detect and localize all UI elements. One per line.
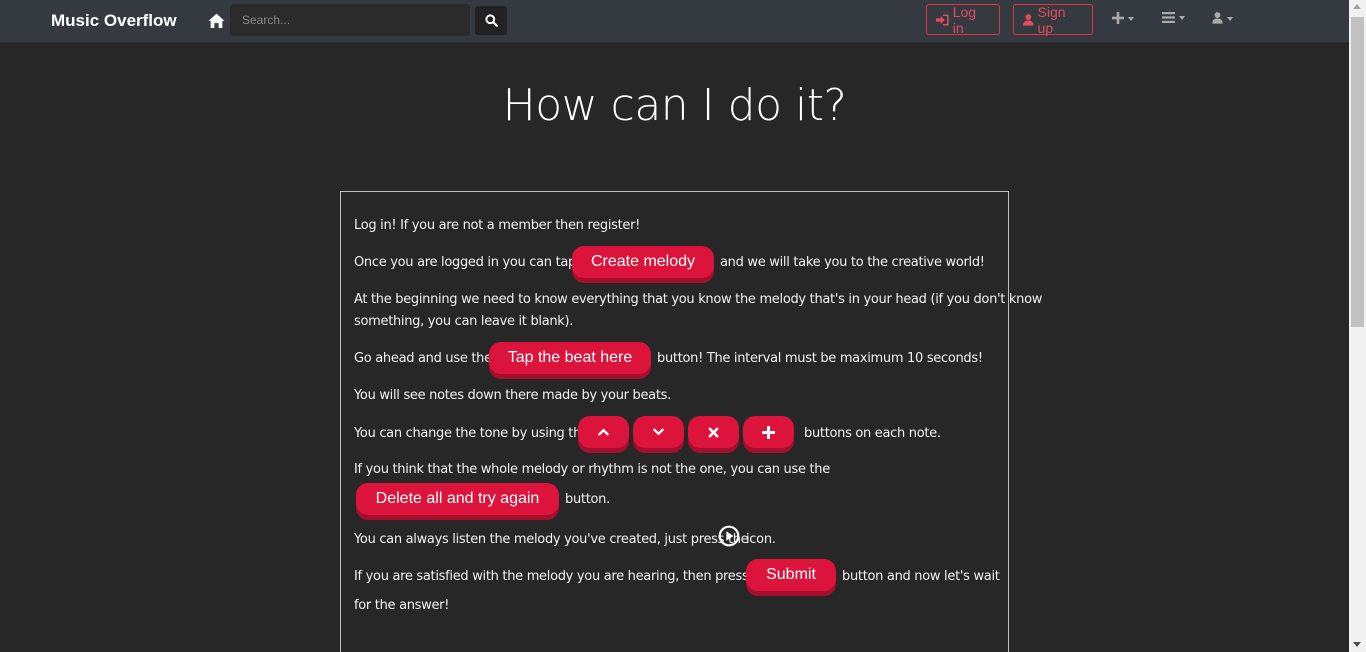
home-icon[interactable] [208,12,225,29]
brand-logo[interactable]: Music Overflow [51,11,177,31]
caret-down-icon [1179,16,1185,20]
instruction-listen-post: icon. [746,532,776,547]
scroll-down-arrow[interactable] [1353,642,1361,647]
page-title: How can I do it? [502,80,847,131]
add-dropdown[interactable] [1112,12,1134,24]
scroll-thumb[interactable] [1351,17,1364,327]
instruction-beginning: At the beginning we need to know everyth… [354,292,1043,307]
signup-button[interactable]: Sign up [1013,3,1093,36]
search-icon [484,14,498,27]
user-icon [1023,13,1034,26]
submit-button[interactable]: Submit [746,559,836,591]
plus-icon [1112,12,1124,24]
scroll-up-arrow[interactable] [1353,4,1361,9]
delete-all-button[interactable]: Delete all and try again [356,483,559,515]
instruction-delete-post: button. [565,492,610,507]
instruction-submit-pre: If you are satisfied with the melody you… [354,569,773,584]
bars-icon [1162,12,1175,23]
user-dropdown[interactable] [1212,12,1233,24]
instruction-login: Log in! If you are not a member then reg… [354,218,641,233]
tone-up-button[interactable] [578,416,629,448]
tone-down-button[interactable] [633,416,684,448]
login-button[interactable]: Log in [926,3,1000,36]
instruction-beginning-cont: something, you can leave it blank). [354,314,574,329]
signup-label: Sign up [1037,3,1066,36]
tap-beat-button[interactable]: Tap the beat here [489,342,651,374]
plus-icon [762,425,775,439]
delete-note-button[interactable] [688,416,739,448]
play-circle-icon [718,525,740,547]
add-note-button[interactable] [743,416,794,448]
vertical-scrollbar[interactable] [1349,0,1366,652]
instruction-listen-pre: You can always listen the melody you've … [354,532,749,547]
instruction-delete-pre: If you think that the whole melody or rh… [354,462,830,477]
user-icon [1212,12,1223,24]
create-melody-button[interactable]: Create melody [572,246,714,278]
login-label: Log in [952,3,977,36]
instruction-create-post: and we will take you to the creative wor… [720,255,985,270]
navbar: Music Overflow Log in Sign up [0,0,1349,43]
instruction-tone-pre: You can change the tone by using the [354,426,589,441]
sign-in-icon [936,13,949,26]
instruction-notes: You will see notes down there made by yo… [354,388,671,403]
chevron-down-icon [653,428,664,436]
caret-down-icon [1227,16,1233,21]
instruction-tap-pre: Go ahead and use the [354,351,492,366]
times-icon [708,427,719,437]
chevron-up-icon [598,428,609,436]
instruction-tone-post: buttons on each note. [804,426,941,441]
instruction-submit-cont: for the answer! [354,598,450,613]
instructions-card: Log in! If you are not a member then reg… [340,191,1042,652]
search-input[interactable] [230,4,470,36]
instruction-tap-post: button! The interval must be maximum 10 … [657,351,983,366]
caret-down-icon [1128,16,1134,21]
instruction-create-pre: Once you are logged in you can tap [354,255,576,270]
menu-dropdown[interactable] [1162,12,1185,23]
instruction-submit-post: button and now let's wait [842,569,1000,584]
search-button[interactable] [475,6,507,35]
